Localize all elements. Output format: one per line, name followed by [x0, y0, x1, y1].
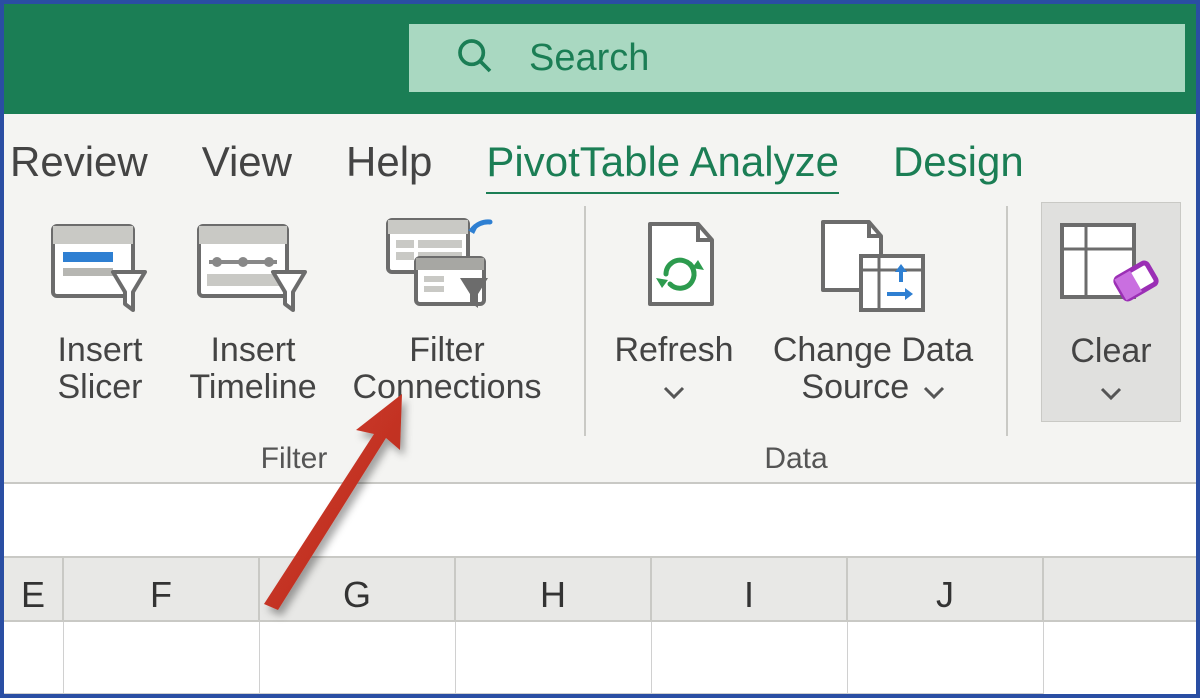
refresh-icon: [624, 208, 724, 328]
ribbon-group-title-data: Data: [586, 442, 1006, 476]
worksheet-grid[interactable]: [4, 622, 1196, 694]
insert-timeline-label-1: Insert: [210, 331, 295, 369]
tab-view[interactable]: View: [202, 138, 292, 192]
change-data-source-icon: [813, 208, 933, 328]
ribbon-group-data: Refresh: [586, 194, 1006, 482]
chevron-down-icon: [614, 371, 733, 408]
search-placeholder: Search: [529, 37, 649, 80]
insert-slicer-button[interactable]: Insert Slicer: [31, 202, 169, 422]
column-header[interactable]: G: [260, 558, 456, 620]
tab-help[interactable]: Help: [346, 138, 432, 192]
insert-slicer-label-1: Insert: [57, 331, 142, 369]
filter-connections-icon: [382, 208, 512, 328]
ribbon-group-filter: Insert Slicer: [4, 194, 584, 482]
insert-slicer-label-2: Slicer: [57, 368, 142, 406]
search-icon: [455, 36, 495, 81]
refresh-button[interactable]: Refresh: [599, 202, 749, 422]
filter-connections-label-2: Connections: [352, 368, 541, 406]
search-box[interactable]: Search: [407, 22, 1187, 94]
clear-label: Clear: [1070, 332, 1151, 370]
ribbon-tabs: Review View Help PivotTable Analyze Desi…: [4, 114, 1196, 194]
column-header[interactable]: H: [456, 558, 652, 620]
column-headers: E F G H I J: [4, 558, 1196, 622]
filter-connections-label-1: Filter: [409, 331, 485, 369]
tab-pivottable-analyze[interactable]: PivotTable Analyze: [486, 138, 839, 198]
change-data-source-label-1: Change Data: [773, 331, 973, 369]
clear-button[interactable]: Clear: [1041, 202, 1181, 422]
insert-timeline-label-2: Timeline: [189, 368, 316, 406]
title-bar: Search: [4, 4, 1196, 114]
change-data-source-label-2: Source: [801, 368, 909, 406]
tab-design[interactable]: Design: [893, 138, 1024, 192]
ribbon-group-actions: Clear: [1008, 194, 1196, 482]
timeline-icon: [193, 208, 313, 328]
change-data-source-button[interactable]: Change Data Source: [753, 202, 993, 422]
ribbon: Insert Slicer: [4, 194, 1196, 484]
column-header[interactable]: F: [64, 558, 260, 620]
column-header[interactable]: E: [4, 558, 64, 620]
filter-connections-button[interactable]: Filter Connections: [337, 202, 557, 422]
column-header[interactable]: J: [848, 558, 1044, 620]
formula-bar[interactable]: [4, 484, 1196, 558]
tab-review[interactable]: Review: [10, 138, 148, 192]
window-frame: Search Review View Help PivotTable Analy…: [0, 0, 1200, 698]
ribbon-group-title-filter: Filter: [4, 442, 584, 476]
chevron-down-icon: [1070, 372, 1151, 409]
insert-timeline-button[interactable]: Insert Timeline: [173, 202, 333, 422]
chevron-down-icon: [923, 371, 945, 408]
refresh-label: Refresh: [614, 331, 733, 369]
clear-icon: [1056, 209, 1166, 329]
slicer-icon: [45, 208, 155, 328]
column-header[interactable]: I: [652, 558, 848, 620]
